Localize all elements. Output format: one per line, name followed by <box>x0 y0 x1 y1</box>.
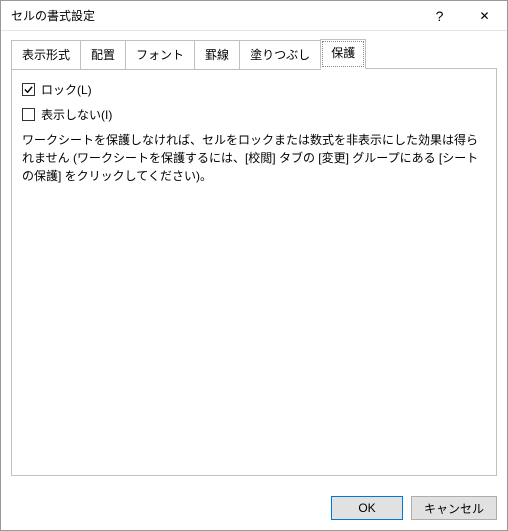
tab-alignment[interactable]: 配置 <box>80 40 126 70</box>
tab-panel-protection: ロック(L) 表示しない(I) ワークシートを保護しなければ、セルをロックまたは… <box>11 68 497 476</box>
close-icon: ✕ <box>479 9 489 23</box>
tab-border[interactable]: 罫線 <box>194 40 240 70</box>
checkmark-icon <box>24 85 33 94</box>
tab-font[interactable]: フォント <box>125 40 195 70</box>
lock-checkbox-row[interactable]: ロック(L) <box>22 81 486 98</box>
help-button[interactable]: ? <box>417 1 462 31</box>
tab-display-format[interactable]: 表示形式 <box>11 40 81 70</box>
dialog-content: 表示形式 配置 フォント 罫線 塗りつぶし 保護 ロック(L) 表示しない(I)… <box>1 31 507 486</box>
tab-list: 表示形式 配置 フォント 罫線 塗りつぶし 保護 <box>11 39 497 69</box>
tab-protection[interactable]: 保護 <box>320 39 366 69</box>
button-bar: OK キャンセル <box>1 486 507 530</box>
help-icon: ? <box>436 8 444 24</box>
titlebar: セルの書式設定 ? ✕ <box>1 1 507 31</box>
dialog-window: セルの書式設定 ? ✕ 表示形式 配置 フォント 罫線 塗りつぶし 保護 ロック <box>0 0 508 531</box>
lock-label: ロック(L) <box>41 81 92 98</box>
hide-checkbox[interactable] <box>22 108 35 121</box>
window-title: セルの書式設定 <box>11 7 417 24</box>
cancel-button[interactable]: キャンセル <box>411 496 497 520</box>
hide-label: 表示しない(I) <box>41 106 112 123</box>
close-button[interactable]: ✕ <box>462 1 507 31</box>
ok-button[interactable]: OK <box>331 496 403 520</box>
hide-checkbox-row[interactable]: 表示しない(I) <box>22 106 486 123</box>
lock-checkbox[interactable] <box>22 83 35 96</box>
tab-fill[interactable]: 塗りつぶし <box>239 40 321 70</box>
protection-description: ワークシートを保護しなければ、セルをロックまたは数式を非表示にした効果は得られま… <box>22 131 486 185</box>
